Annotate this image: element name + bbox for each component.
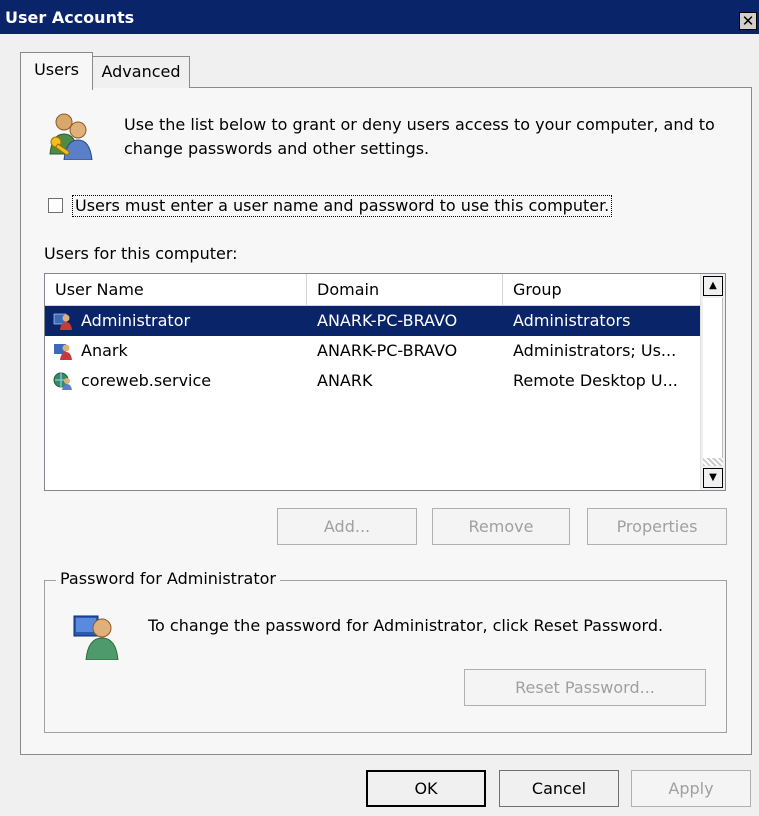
column-header-domain[interactable]: Domain (307, 274, 503, 305)
cell-domain: ANARK (317, 371, 373, 390)
close-button[interactable]: ✕ (739, 12, 757, 30)
user-icon (54, 344, 72, 360)
table-row[interactable]: Anark ANARK-PC-BRAVO Administrators; Us.… (45, 336, 701, 366)
table-row[interactable]: coreweb.service ANARK Remote Desktop U..… (45, 366, 701, 396)
cell-user-name: coreweb.service (81, 371, 212, 390)
require-password-label[interactable]: Users must enter a user name and passwor… (72, 195, 613, 217)
scroll-down-button[interactable]: ▼ (703, 468, 723, 488)
column-header-group[interactable]: Group (503, 274, 701, 305)
password-instructions: To change the password for Administrator… (148, 616, 664, 635)
scroll-down-icon: ▼ (709, 472, 717, 483)
cell-group: Remote Desktop U... (513, 371, 678, 390)
users-list-label: Users for this computer: (44, 244, 238, 263)
admin-user-icon (73, 615, 119, 660)
window-title: User Accounts (5, 8, 135, 27)
ok-button[interactable]: OK (366, 770, 486, 807)
intro-text: Use the list below to grant or deny user… (124, 115, 715, 158)
users-icon (49, 113, 93, 160)
password-groupbox-title: Password for Administrator (56, 569, 280, 588)
cell-group: Administrators (513, 311, 631, 330)
cell-group: Administrators; Us... (513, 341, 677, 360)
cell-user-name: Anark (81, 341, 128, 360)
table-row[interactable]: Administrator ANARK-PC-BRAVO Administrat… (45, 306, 701, 336)
add-button[interactable]: Add... (277, 508, 417, 545)
users-listview[interactable]: User Name Domain Group Administrator ANA… (44, 273, 726, 491)
user-icon (53, 313, 72, 330)
password-groupbox (44, 580, 727, 733)
tab-advanced-label: Advanced (101, 62, 181, 81)
cell-user-name: Administrator (81, 311, 191, 330)
reset-password-button[interactable]: Reset Password... (464, 669, 706, 706)
close-icon: ✕ (741, 12, 755, 30)
cell-domain: ANARK-PC-BRAVO (317, 311, 458, 330)
apply-button[interactable]: Apply (631, 770, 751, 807)
domain-user-icon (53, 372, 72, 390)
scroll-thumb[interactable] (703, 298, 723, 458)
listview-header: User Name Domain Group (45, 274, 701, 306)
scroll-track[interactable] (703, 458, 723, 466)
require-password-checkbox[interactable] (48, 198, 63, 213)
properties-button[interactable]: Properties (587, 508, 727, 545)
tab-users[interactable]: Users (20, 52, 93, 90)
cancel-button[interactable]: Cancel (499, 770, 619, 807)
tab-advanced[interactable]: Advanced (92, 56, 190, 88)
column-header-user-name[interactable]: User Name (45, 274, 307, 305)
cell-domain: ANARK-PC-BRAVO (317, 341, 458, 360)
scroll-up-button[interactable]: ▲ (703, 276, 723, 296)
remove-button[interactable]: Remove (432, 508, 570, 545)
title-bar: User Accounts ✕ (0, 0, 759, 34)
vertical-scrollbar[interactable]: ▲ ▼ (700, 274, 725, 490)
tab-users-label: Users (34, 60, 79, 79)
scroll-up-icon: ▲ (709, 280, 717, 291)
